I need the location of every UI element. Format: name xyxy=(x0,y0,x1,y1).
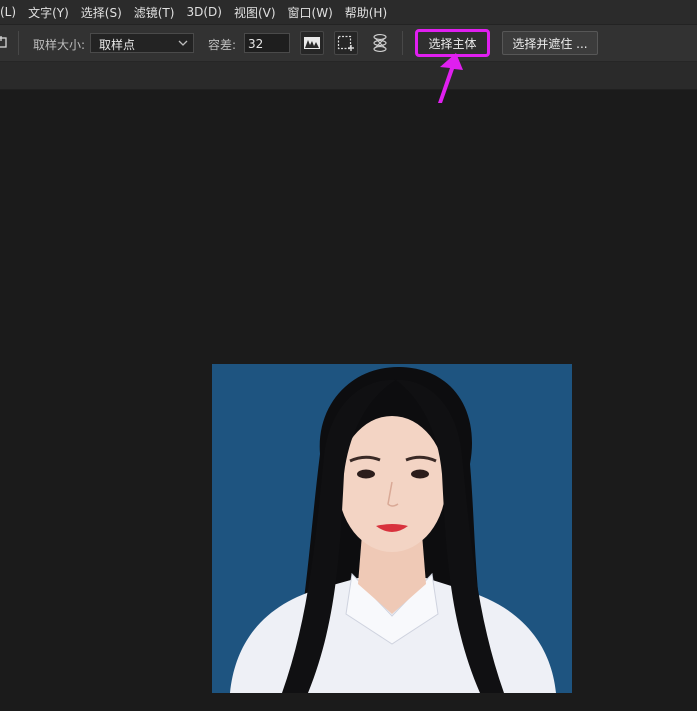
menu-bar: (L) 文字(Y) 选择(S) 滤镜(T) 3D(D) 视图(V) 窗口(W) … xyxy=(0,0,697,25)
tolerance-label: 容差: xyxy=(208,38,237,52)
chevron-down-icon xyxy=(178,40,188,46)
sample-size-label: 取样大小: xyxy=(33,38,86,52)
tolerance-input[interactable] xyxy=(244,33,290,53)
menu-view[interactable]: 视图(V) xyxy=(228,4,282,21)
menu-window[interactable]: 窗口(W) xyxy=(282,4,339,21)
portrait-photo xyxy=(212,364,572,693)
menu-select[interactable]: 选择(S) xyxy=(75,4,128,21)
subtract-selection-icon[interactable] xyxy=(334,31,358,55)
options-bar: 取样大小: 取样点 容差: 选择主体 选择并遮住 ... xyxy=(0,25,697,62)
document-tab-strip xyxy=(0,62,697,90)
sample-size-select[interactable]: 取样点 xyxy=(90,33,194,53)
sample-all-layers-icon[interactable] xyxy=(300,31,324,55)
enhance-edge-icon[interactable] xyxy=(370,31,390,55)
menu-type[interactable]: 文字(Y) xyxy=(22,4,75,21)
separator xyxy=(18,31,19,55)
menu-3d[interactable]: 3D(D) xyxy=(180,5,227,19)
tool-preset-icon[interactable] xyxy=(0,35,8,49)
select-and-mask-button[interactable]: 选择并遮住 ... xyxy=(502,31,598,55)
menu-help[interactable]: 帮助(H) xyxy=(339,4,393,21)
sample-size-value: 取样点 xyxy=(99,38,136,52)
annotation-arrow-icon xyxy=(438,53,463,103)
menu-filter[interactable]: 滤镜(T) xyxy=(128,4,181,21)
separator xyxy=(402,31,403,55)
menu-layer[interactable]: (L) xyxy=(0,5,22,19)
